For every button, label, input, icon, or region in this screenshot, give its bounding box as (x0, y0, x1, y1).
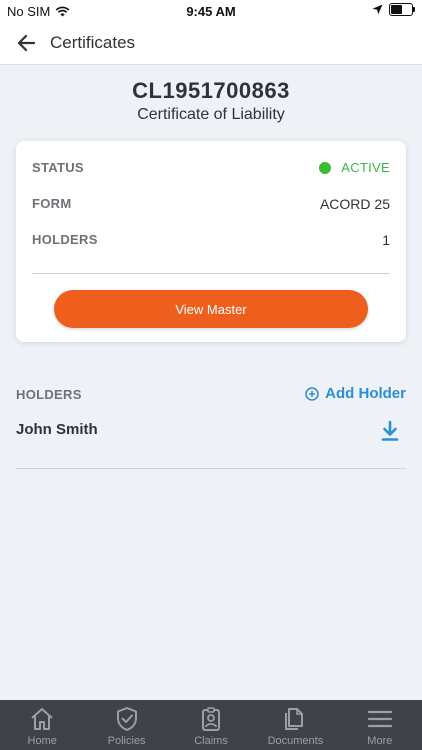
tab-documents[interactable]: Documents (253, 700, 337, 750)
page-title: Certificates (50, 33, 136, 52)
add-holder-label: Add Holder (325, 385, 406, 402)
download-icon (381, 420, 399, 441)
status-value: ACTIVE (341, 160, 390, 175)
card-divider (32, 273, 390, 274)
shield-icon (116, 707, 137, 731)
list-item[interactable]: John Smith (16, 414, 406, 469)
battery-icon (389, 3, 415, 16)
form-row: FORM ACORD 25 (32, 196, 390, 216)
tab-home[interactable]: Home (0, 700, 84, 750)
tab-bar: Home Policies Claims Documents More (0, 700, 422, 750)
status-bar: No SIM 9:45 AM (0, 0, 422, 22)
add-holder-button[interactable]: Add Holder (305, 385, 406, 402)
status-badge: ACTIVE (319, 160, 390, 175)
form-label: FORM (32, 196, 72, 211)
nav-header: Certificates (0, 22, 422, 65)
holders-count-row: HOLDERS 1 (32, 232, 390, 252)
tab-policies[interactable]: Policies (84, 700, 168, 750)
clock: 9:45 AM (186, 4, 236, 19)
status-dot-icon (319, 161, 332, 174)
tab-label: Claims (194, 735, 228, 747)
status-label: STATUS (32, 160, 84, 175)
back-button[interactable] (14, 31, 40, 55)
form-value: ACORD 25 (319, 196, 390, 212)
holder-name: John Smith (16, 421, 98, 438)
tab-label: Policies (107, 735, 146, 747)
badge-icon (202, 707, 221, 731)
documents-icon (285, 708, 304, 730)
certificate-details-card: STATUS ACTIVE FORM ACORD 25 HOLDERS 1 Vi… (16, 141, 406, 342)
home-icon (31, 708, 53, 730)
holders-count-value: 1 (382, 232, 390, 248)
view-master-button[interactable]: View Master (54, 290, 368, 328)
holders-section-label: HOLDERS (16, 387, 82, 402)
back-arrow-icon (17, 34, 36, 52)
holders-count-label: HOLDERS (32, 232, 98, 247)
tab-label: More (367, 735, 393, 747)
tab-label: Documents (267, 735, 324, 747)
certificate-id: CL1951700863 (132, 78, 290, 103)
status-row: STATUS ACTIVE (32, 160, 390, 180)
status-icons (372, 3, 415, 16)
tab-more[interactable]: More (338, 700, 422, 750)
download-button[interactable] (380, 420, 400, 442)
menu-icon (367, 710, 392, 728)
add-circle-icon (305, 386, 319, 401)
tab-claims[interactable]: Claims (169, 700, 253, 750)
battery-level (391, 5, 402, 14)
tab-label: Home (27, 735, 57, 747)
certificate-type: Certificate of Liability (137, 106, 285, 123)
location-arrow-icon (372, 4, 383, 15)
